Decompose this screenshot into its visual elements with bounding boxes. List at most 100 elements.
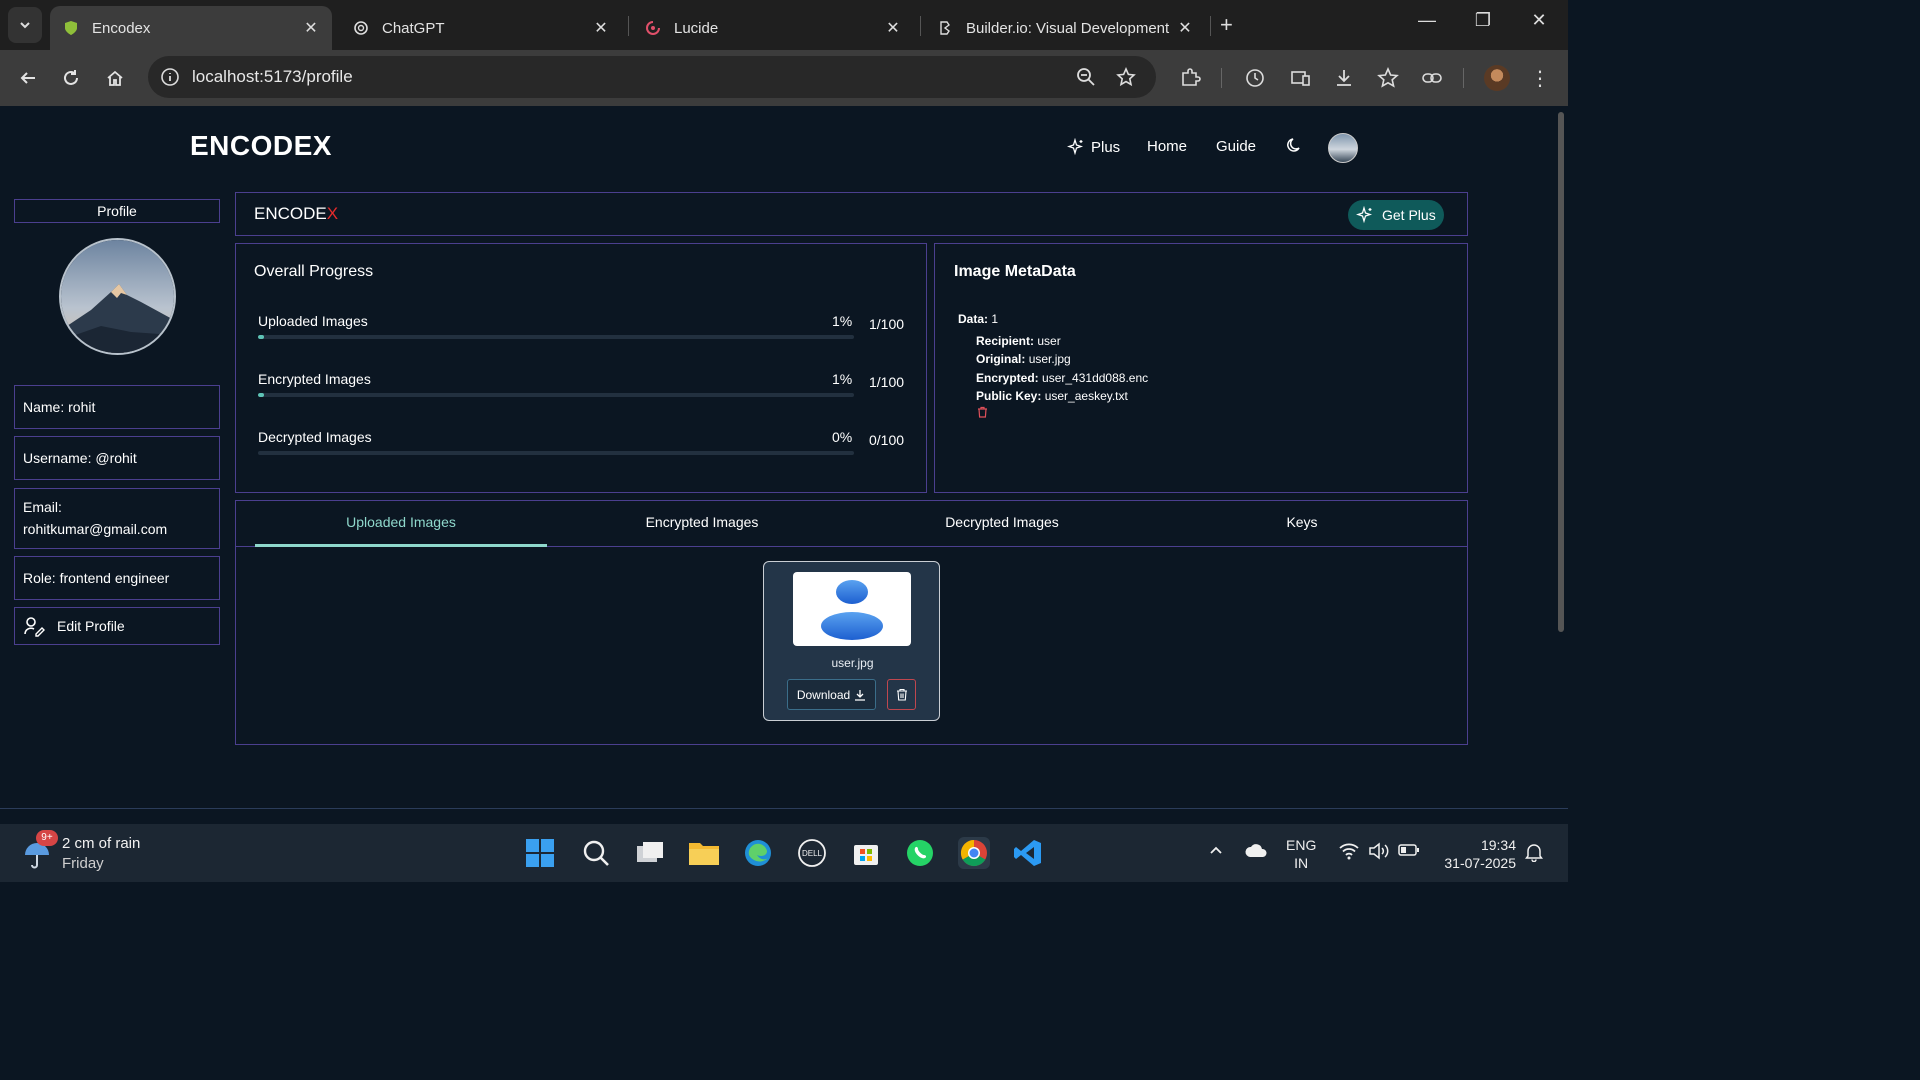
tab-title: Encodex (92, 19, 151, 37)
microsoft-store[interactable] (850, 837, 882, 869)
weather-widget[interactable]: 9+ 2 cm of rain Friday (22, 830, 140, 874)
nav-guide[interactable]: Guide (1216, 138, 1256, 155)
close-icon[interactable]: ✕ (884, 18, 902, 38)
notifications-button[interactable] (1524, 842, 1544, 866)
reload-icon (64, 70, 78, 85)
shield-icon (62, 19, 80, 37)
profile-avatar (59, 238, 176, 355)
user-icon (821, 580, 883, 640)
vscode[interactable] (1012, 837, 1044, 869)
tab-uploaded-images[interactable]: Uploaded Images (255, 514, 547, 530)
weather-day: Friday (62, 855, 104, 872)
cloud-icon (1245, 844, 1267, 857)
download-icon[interactable] (1332, 66, 1356, 90)
extensions-icon[interactable] (1178, 66, 1202, 90)
tab-encrypted-images[interactable]: Encrypted Images (556, 514, 848, 530)
zoom-icon[interactable] (1076, 67, 1096, 92)
home-button[interactable] (101, 64, 129, 92)
search-icon (583, 840, 609, 866)
wifi-tray[interactable] (1338, 842, 1360, 864)
tab-chatgpt[interactable]: ChatGPT ✕ (340, 6, 622, 50)
link-icon[interactable] (1420, 66, 1444, 90)
close-icon[interactable]: ✕ (1176, 18, 1194, 38)
restore-button[interactable]: ❐ (1468, 10, 1498, 31)
show-hidden-icons[interactable] (1208, 842, 1224, 862)
devices-icon[interactable] (1288, 66, 1312, 90)
bookmark-star-icon[interactable] (1116, 67, 1136, 92)
encodex-logo: ENCODEX (254, 204, 338, 224)
start-button[interactable] (524, 837, 556, 869)
nav-plus[interactable]: Plus (1067, 138, 1120, 156)
profile-role: Role: frontend engineer (14, 556, 220, 600)
delete-metadata-icon[interactable] (977, 405, 988, 423)
chrome-icon (960, 839, 987, 867)
task-view-button[interactable] (634, 837, 666, 869)
site-info-icon[interactable] (160, 67, 180, 92)
brand-logo[interactable]: ENCODEX (190, 130, 332, 162)
edit-profile-button[interactable]: Edit Profile (14, 607, 220, 645)
dell-app[interactable]: DELL (796, 837, 828, 869)
edge-browser[interactable] (742, 837, 774, 869)
close-icon[interactable]: ✕ (592, 18, 610, 38)
progress-track (258, 335, 854, 339)
taskbar-search[interactable] (580, 837, 612, 869)
user-avatar[interactable] (1328, 133, 1358, 163)
download-button[interactable]: Download (787, 679, 876, 710)
browser-toolbar: localhost:5173/profile ⋮ (0, 50, 1568, 106)
tab-builder[interactable]: Builder.io: Visual Development ✕ (924, 6, 1206, 50)
profile-name: Name: rohit (14, 385, 220, 429)
volume-tray[interactable] (1368, 842, 1390, 864)
whatsapp[interactable] (904, 837, 936, 869)
favorites-icon[interactable] (1376, 66, 1400, 90)
image-metadata-panel: Image MetaData Data: 1 Recipient: user O… (934, 243, 1468, 493)
progress-fill (258, 393, 264, 397)
get-plus-button[interactable]: Get Plus (1348, 200, 1444, 230)
profile-heading: Profile (14, 199, 220, 223)
region-code: IN (1294, 855, 1309, 871)
lucide-icon (644, 19, 662, 37)
tab-title: Lucide (674, 19, 719, 37)
recipient-value: user (1037, 334, 1061, 348)
address-bar[interactable]: localhost:5173/profile (148, 56, 1156, 98)
windows-icon (526, 839, 554, 867)
encrypted-value: user_431dd088.enc (1042, 371, 1149, 385)
new-tab-button[interactable]: + (1220, 12, 1233, 38)
tab-encodex[interactable]: Encodex ✕ (50, 6, 332, 50)
tab-lucide[interactable]: Lucide ✕ (632, 6, 914, 50)
clock[interactable]: 19:34 31-07-2025 (1438, 836, 1516, 872)
windows-taskbar: 9+ 2 cm of rain Friday DELL ENG IN 19:34… (0, 824, 1568, 882)
more-menu-icon[interactable]: ⋮ (1528, 66, 1552, 90)
chrome-browser[interactable] (958, 837, 990, 869)
progress-count: 1/100 (869, 374, 905, 390)
browser-profile-avatar[interactable] (1484, 65, 1510, 91)
history-icon[interactable] (1243, 66, 1267, 90)
minimize-button[interactable]: — (1412, 10, 1442, 31)
tab-keys[interactable]: Keys (1156, 514, 1448, 530)
window-close-button[interactable]: ✕ (1524, 10, 1554, 31)
theme-toggle[interactable] (1286, 136, 1304, 154)
tab-decrypted-images[interactable]: Decrypted Images (856, 514, 1148, 530)
trash-icon (896, 688, 907, 701)
close-icon[interactable]: ✕ (302, 18, 320, 38)
image-card: user.jpg Download (763, 561, 940, 721)
url-text[interactable]: localhost:5173/profile (192, 67, 353, 87)
progress-label: Uploaded Images (258, 313, 368, 329)
dell-icon: DELL (798, 839, 826, 867)
battery-tray[interactable] (1398, 842, 1420, 862)
back-button[interactable] (14, 64, 42, 92)
chevron-down-icon (20, 22, 30, 29)
metadata-recipient: Recipient: user (976, 334, 1061, 348)
page-scrollbar[interactable] (1558, 112, 1564, 632)
language-indicator[interactable]: ENG IN (1286, 836, 1316, 872)
email-value: rohitkumar@gmail.com (23, 521, 168, 537)
file-explorer[interactable] (688, 837, 720, 869)
metadata-original: Original: user.jpg (976, 352, 1071, 366)
reload-button[interactable] (57, 64, 85, 92)
onedrive-tray[interactable] (1244, 842, 1268, 862)
tab-separator (1210, 16, 1211, 36)
tab-title: ChatGPT (382, 19, 445, 37)
tab-search-button[interactable] (8, 7, 42, 43)
sparkles-icon (1067, 138, 1084, 156)
nav-home[interactable]: Home (1147, 138, 1187, 155)
delete-button[interactable] (887, 679, 916, 710)
